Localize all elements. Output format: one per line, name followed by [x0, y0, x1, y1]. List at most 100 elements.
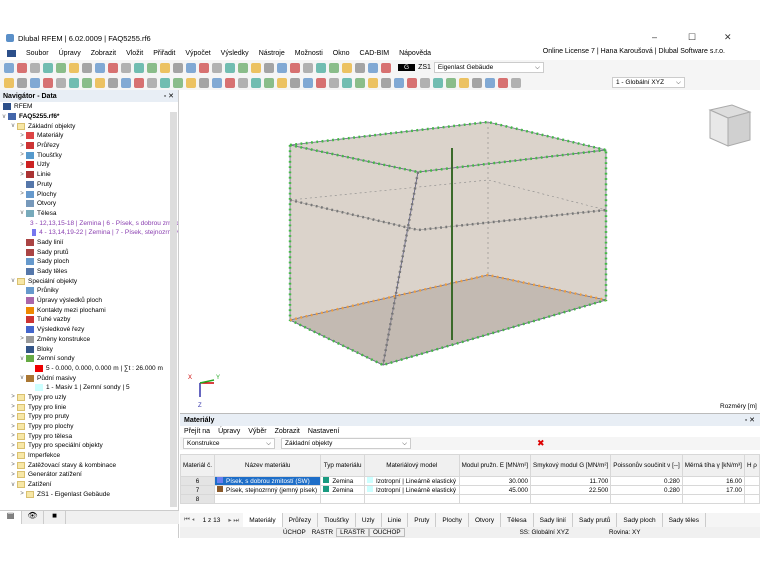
tree-item[interactable]: Průniky — [0, 286, 178, 296]
tree-item[interactable]: > Typy pro plochy — [0, 422, 178, 432]
toolbar-tool-icon[interactable] — [381, 62, 391, 73]
toolbar-tool-icon[interactable] — [225, 62, 235, 73]
tree-item[interactable]: Sady ploch — [0, 257, 178, 267]
object-filter-select[interactable]: Základní objekty ⌵ — [281, 438, 411, 449]
tree-item[interactable]: > Uzly — [0, 160, 178, 170]
column-header[interactable]: Materiálový model — [363, 454, 460, 477]
tree-item[interactable]: > Plochy — [0, 189, 178, 199]
toolbar-tool-icon[interactable] — [342, 77, 352, 88]
status-toggle[interactable]: LRASTR — [336, 528, 369, 537]
column-header[interactable]: Smykový modul G [MN/m²] — [530, 454, 612, 477]
first-page-button[interactable]: ⏮ ◂ — [180, 516, 199, 524]
tab-2[interactable]: Tloušťky — [318, 513, 356, 527]
toolbar-tool-icon[interactable] — [108, 62, 118, 73]
tab-4[interactable]: Linie — [382, 513, 409, 527]
expand-icon[interactable]: > — [9, 394, 17, 400]
tab-10[interactable]: Sady prutů — [573, 513, 618, 527]
tree-item[interactable]: Výsledkové řezy — [0, 325, 178, 335]
expand-icon[interactable]: v — [9, 123, 17, 129]
toolbar-tool-icon[interactable] — [238, 77, 248, 88]
tree-item[interactable]: 5 - 0.000, 0.000, 0.000 m | ∑t : 26.000 … — [0, 364, 178, 374]
toolbar-tool-icon[interactable] — [303, 62, 313, 73]
tree-item[interactable]: > Typy pro linie — [0, 402, 178, 412]
toolbar-tool-icon[interactable] — [355, 77, 365, 88]
toolbar-tool-icon[interactable] — [121, 62, 131, 73]
toolbar-tool-icon[interactable] — [43, 62, 53, 73]
toolbar-tool-icon[interactable] — [56, 62, 66, 73]
minimize-button[interactable]: – — [652, 32, 657, 42]
toolbar-tool-icon[interactable] — [56, 77, 66, 88]
toolbar-tool-icon[interactable] — [147, 62, 157, 73]
tree-item[interactable]: v Tělesa — [0, 209, 178, 219]
expand-icon[interactable]: v — [18, 210, 26, 216]
status-toggle[interactable]: OUCHOP — [368, 528, 405, 537]
toolbar-tool-icon[interactable] — [394, 77, 404, 88]
expand-icon[interactable]: > — [9, 453, 17, 459]
materials-menu-item[interactable]: Přejít na — [184, 428, 210, 435]
toolbar-tool-icon[interactable] — [264, 62, 274, 73]
tree-item[interactable]: v Zemní sondy — [0, 354, 178, 364]
load-case-select[interactable]: Eigenlast Gebäude ⌵ — [433, 62, 544, 73]
tab-9[interactable]: Sady linií — [534, 513, 573, 527]
column-header[interactable]: H ρ — [743, 454, 760, 477]
toolbar-tool-icon[interactable] — [381, 77, 391, 88]
table-row[interactable]: 6 Písek, s dobrou zrnitostí (SW) Zemina Izo… — [179, 476, 760, 486]
3d-viewport[interactable]: X Y Z Rozměry [m] — [180, 90, 760, 412]
toolbar-tool-icon[interactable] — [160, 62, 170, 73]
data-tab-icon[interactable]: ▤ — [0, 511, 22, 524]
toolbar-tool-icon[interactable] — [147, 77, 157, 88]
menu-6[interactable]: Výsledky — [221, 50, 249, 57]
column-header[interactable]: Modul pružn. E [MN/m²] — [458, 454, 532, 477]
tree-item[interactable]: > Linie — [0, 170, 178, 180]
toolbar-tool-icon[interactable] — [134, 62, 144, 73]
tree-item[interactable]: > Změny konstrukce — [0, 335, 178, 345]
toolbar-tool-icon[interactable] — [212, 77, 222, 88]
expand-icon[interactable]: > — [9, 472, 17, 478]
menu-0[interactable]: Soubor — [26, 50, 49, 57]
tree-item[interactable]: > Zatěžovací stavy & kombinace — [0, 460, 178, 470]
expand-icon[interactable]: > — [9, 462, 17, 468]
tree-item[interactable]: > Typy pro speciální objekty — [0, 441, 178, 451]
toolbar-tool-icon[interactable] — [69, 77, 79, 88]
toolbar-tool-icon[interactable] — [459, 77, 469, 88]
tab-3[interactable]: Uzly — [356, 513, 382, 527]
toolbar-tool-icon[interactable] — [498, 77, 508, 88]
structure-filter-select[interactable]: Konstrukce ⌵ — [183, 438, 275, 449]
expand-icon[interactable]: > — [9, 443, 17, 449]
toolbar-tool-icon[interactable] — [160, 77, 170, 88]
tree-item[interactable]: Bloky — [0, 344, 178, 354]
toolbar-tool-icon[interactable] — [303, 77, 313, 88]
menu-1[interactable]: Úpravy — [59, 50, 81, 57]
toolbar-tool-icon[interactable] — [4, 62, 14, 73]
tree-item[interactable]: Tuhé vazby — [0, 315, 178, 325]
navigator-scrollbar[interactable] — [170, 112, 177, 507]
tree-item[interactable]: v Půdní masivy — [0, 373, 178, 383]
toolbar-tool-icon[interactable] — [342, 62, 352, 73]
tab-8[interactable]: Tělesa — [501, 513, 534, 527]
toolbar-tool-icon[interactable] — [290, 77, 300, 88]
tree-item[interactable]: Sady linií — [0, 238, 178, 248]
delete-icon[interactable]: ✖ — [537, 438, 545, 449]
column-header[interactable]: Název materiálu — [214, 454, 322, 477]
expand-icon[interactable]: > — [18, 172, 26, 178]
expand-icon[interactable]: > — [18, 133, 26, 139]
expand-icon[interactable]: > — [18, 162, 26, 168]
toolbar-tool-icon[interactable] — [485, 77, 495, 88]
tree-item[interactable]: > Generátor zatížení — [0, 470, 178, 480]
status-toggle[interactable]: RASTR — [309, 529, 336, 536]
toolbar-tool-icon[interactable] — [30, 62, 40, 73]
menu-4[interactable]: Přiřadit — [153, 50, 175, 57]
tree-item[interactable]: Otvory — [0, 199, 178, 209]
toolbar-tool-icon[interactable] — [69, 62, 79, 73]
tree-item[interactable]: > Průřezy — [0, 141, 178, 151]
toolbar-tool-icon[interactable] — [43, 77, 53, 88]
close-button[interactable]: ✕ — [724, 32, 732, 43]
tab-1[interactable]: Průřezy — [283, 513, 319, 527]
toolbar-tool-icon[interactable] — [290, 62, 300, 73]
toolbar-tool-icon[interactable] — [134, 77, 144, 88]
toolbar-tool-icon[interactable] — [173, 77, 183, 88]
menu-11[interactable]: Nápověda — [399, 50, 431, 57]
next-page-button[interactable]: ▸ ⏭ — [224, 516, 243, 525]
toolbar-tool-icon[interactable] — [420, 77, 430, 88]
tree-item[interactable]: > ZS1 - Eigenlast Gebäude — [0, 490, 178, 500]
